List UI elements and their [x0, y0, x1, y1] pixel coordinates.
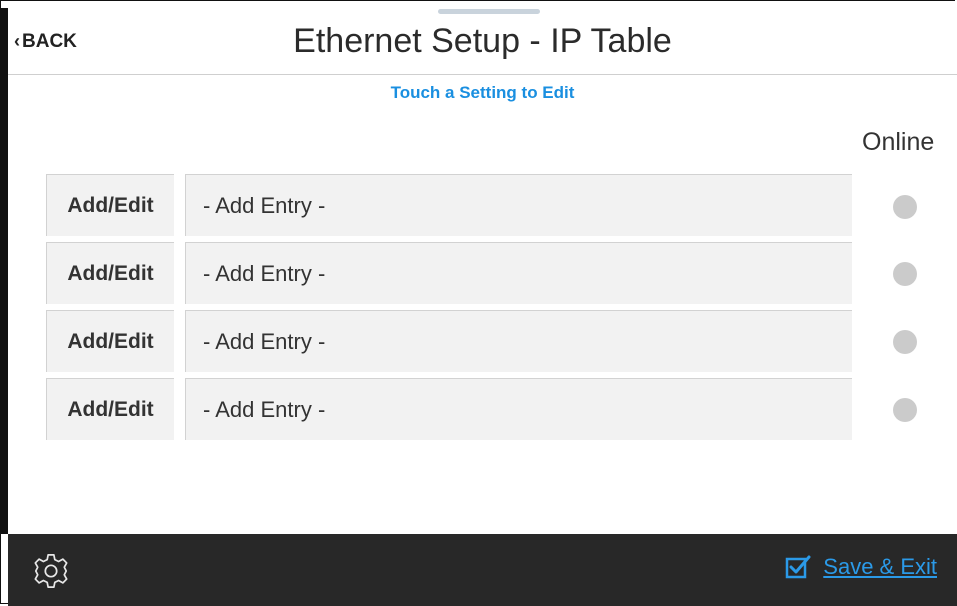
online-status-indicator	[893, 330, 917, 354]
online-status-indicator	[893, 398, 917, 422]
entry-field[interactable]: - Add Entry -	[185, 242, 852, 304]
header: ‹ BACK Ethernet Setup - IP Table	[8, 10, 957, 75]
entry-field[interactable]: - Add Entry -	[185, 378, 852, 440]
table-row: Add/Edit - Add Entry -	[46, 378, 852, 440]
entry-field[interactable]: - Add Entry -	[185, 174, 852, 236]
footer-bar: Save & Exit	[8, 534, 957, 606]
edit-hint: Touch a Setting to Edit	[390, 83, 575, 102]
page-title: Ethernet Setup - IP Table	[293, 22, 672, 60]
add-edit-button[interactable]: Add/Edit	[46, 242, 174, 304]
checkbox-checked-icon	[786, 555, 811, 579]
save-exit-button[interactable]: Save & Exit	[785, 554, 937, 580]
add-edit-button[interactable]: Add/Edit	[46, 378, 174, 440]
add-edit-button[interactable]: Add/Edit	[46, 174, 174, 236]
table-row: Add/Edit - Add Entry -	[46, 174, 852, 236]
table-row: Add/Edit - Add Entry -	[46, 242, 852, 304]
table-row: Add/Edit - Add Entry -	[46, 310, 852, 372]
online-column-header: Online	[862, 128, 935, 156]
add-edit-button[interactable]: Add/Edit	[46, 310, 174, 372]
save-exit-label: Save & Exit	[823, 554, 937, 579]
online-status-indicator	[893, 262, 917, 286]
left-edge	[0, 8, 8, 534]
online-status-indicator	[893, 195, 917, 219]
gear-icon[interactable]	[32, 552, 70, 590]
entry-field[interactable]: - Add Entry -	[185, 310, 852, 372]
